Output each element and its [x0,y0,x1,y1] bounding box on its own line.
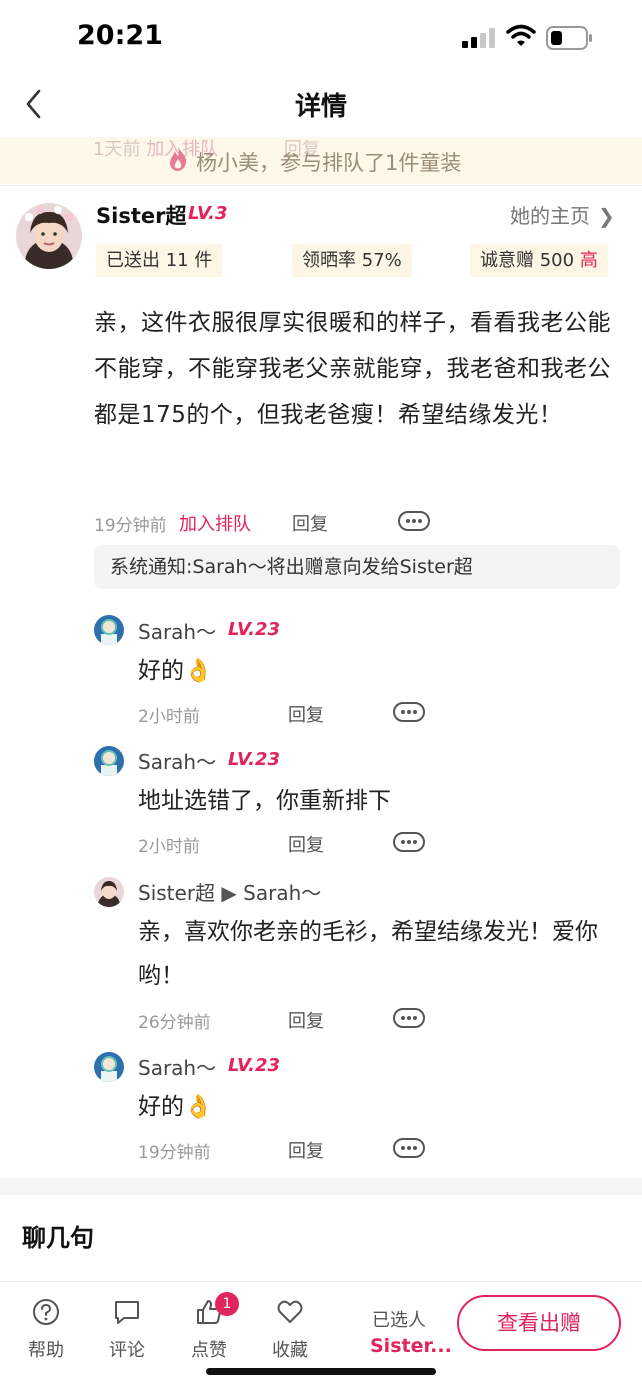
comment-avatar[interactable] [94,746,124,776]
comment-author[interactable]: Sarah～ [138,616,216,645]
tab-like-label: 点赞 [191,1340,227,1361]
comment-avatar[interactable] [94,1052,124,1082]
home-page-link[interactable]: 她的主页 ❯ [510,200,615,229]
comment-reply-button[interactable]: 回复 [288,701,324,727]
reply-target[interactable]: Sarah～ [243,881,321,905]
comment-reply-button[interactable]: 回复 [288,1137,324,1163]
avatar[interactable] [16,203,82,269]
tab-favorite-label: 收藏 [272,1340,308,1361]
tab-comment[interactable]: 评论 [95,1298,159,1362]
comment-avatar[interactable] [94,615,124,645]
stat-rate: 领晒率 57% [292,244,412,277]
comment-time: 2小时前 [138,837,200,857]
reply-arrow-icon: ▶ [221,881,237,905]
section-divider [0,1178,642,1195]
more-icon[interactable] [393,832,425,852]
page-title: 详情 [294,92,347,122]
ghost-time: 1天前 [93,139,141,160]
selected-recipient-label: 已选人 [372,1310,426,1331]
tab-comment-label: 评论 [109,1340,145,1361]
comment-avatar[interactable] [94,877,124,907]
system-notice: 系统通知:Sarah～将出赠意向发给Sister超 [94,545,620,589]
activity-banner: 1天前 加入排队 回复 杨小美，参与排队了1件童装 [0,137,642,184]
comment-level: LV.23 [228,749,281,770]
stat-sincere-tag: 高 [579,250,598,271]
stat-sent: 已送出 11 件 [96,244,223,277]
divider [0,1281,642,1282]
chat-section-heading: 聊几句 [22,1224,94,1252]
selected-recipient-name[interactable]: Sister... [370,1335,452,1357]
like-count-badge: 1 [215,1292,239,1316]
comment-time: 26分钟前 [138,1013,211,1033]
status-time: 20:21 [77,20,163,51]
stat-sincere-value: 诚意赠 500 [480,250,575,271]
comment-text: 地址选错了，你重新排下 [138,788,391,814]
comment-reply-button[interactable]: 回复 [288,1007,324,1033]
tab-favorite[interactable]: 收藏 [258,1298,322,1362]
chevron-right-icon: ❯ [598,204,615,228]
comment-time: 2小时前 [138,707,200,727]
comment-author[interactable]: Sarah～ [138,746,216,775]
reply-button[interactable]: 回复 [292,510,328,536]
view-gift-button[interactable]: 查看出赠 [457,1295,621,1351]
help-icon [33,1299,59,1325]
user-level-badge: LV.3 [188,203,228,224]
banner-text: 杨小美，参与排队了1件童装 [196,151,462,175]
comment-text: 亲，喜欢你老亲的毛衫，希望结缘发光！爱你哟！ [138,919,598,989]
comment-reply-button[interactable]: 回复 [288,831,324,857]
comment-level: LV.23 [228,1055,281,1076]
comment-author[interactable]: Sister超 [138,881,215,905]
stat-sincere: 诚意赠 500 高 [470,244,608,277]
comment-text: 好的👌 [138,658,213,684]
post-body: 亲，这件衣服很厚实很暖和的样子，看看我老公能不能穿，不能穿我老父亲就能穿，我老爸… [94,310,611,428]
comment-text: 好的👌 [138,1094,213,1120]
wifi-icon [506,24,536,46]
flame-icon [170,147,187,171]
comment-icon [115,1301,139,1324]
divider [0,185,642,186]
battery-icon [546,26,592,50]
tab-help-label: 帮助 [28,1340,64,1361]
favorite-icon [277,1300,303,1323]
more-icon[interactable] [393,1138,425,1158]
tab-help[interactable]: 帮助 [14,1298,78,1362]
more-icon[interactable] [393,1008,425,1028]
home-link-label: 她的主页 [510,204,590,228]
more-icon[interactable] [393,702,425,722]
comment-author-line: Sister超 ▶ Sarah～ [138,877,321,906]
join-queue-button[interactable]: 加入排队 [179,510,251,536]
home-indicator [206,1368,436,1375]
comment-level: LV.23 [228,619,281,640]
comment-author[interactable]: Sarah～ [138,1052,216,1081]
user-name[interactable]: Sister超 [96,200,186,230]
signal-icon [462,28,495,48]
more-icon[interactable] [398,511,430,531]
comment-time: 19分钟前 [138,1143,211,1163]
post-time: 19分钟前 [94,516,167,536]
